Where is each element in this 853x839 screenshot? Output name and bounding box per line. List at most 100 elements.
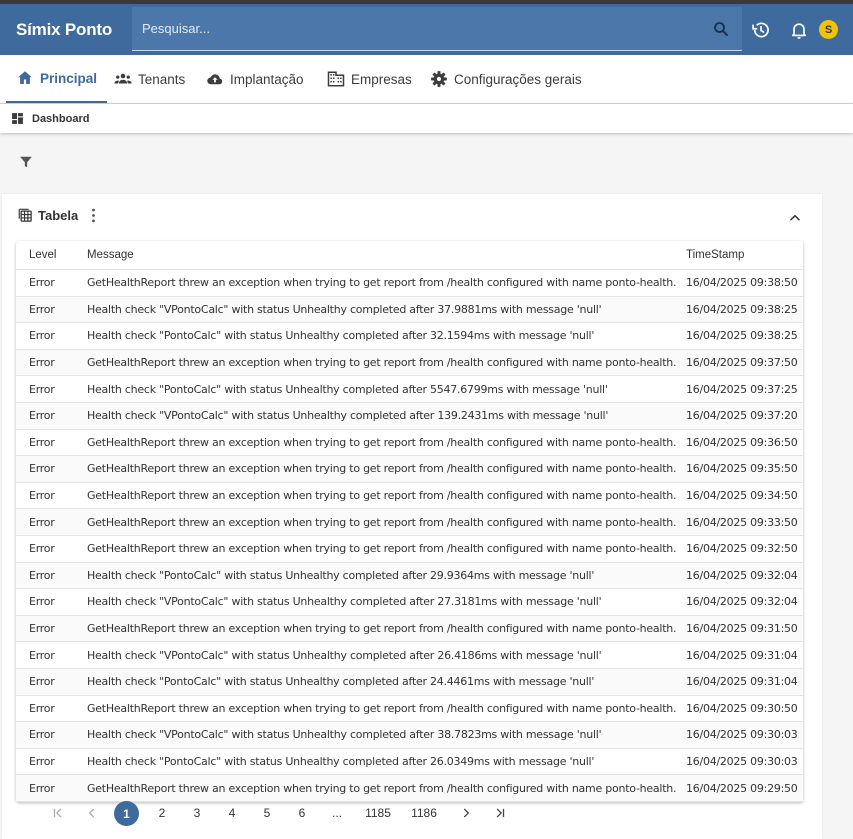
group-icon xyxy=(114,73,132,84)
cell-message: GetHealthReport threw an exception when … xyxy=(87,542,677,556)
cell-level: Error xyxy=(29,409,55,423)
table-row[interactable]: Error Health check "PontoCalc" with statu… xyxy=(16,323,803,350)
cell-timestamp: 16/04/2025 09:35:50 xyxy=(686,462,798,476)
cell-level: Error xyxy=(29,648,55,662)
search-box xyxy=(132,7,742,51)
page-button-1185[interactable]: 1185 xyxy=(360,800,396,826)
page-button-2[interactable]: 2 xyxy=(152,800,172,826)
cell-level: Error xyxy=(29,515,55,529)
cell-level: Error xyxy=(29,382,55,396)
cell-message: GetHealthReport threw an exception when … xyxy=(87,435,677,449)
table-row[interactable]: Error GetHealthReport threw an exception … xyxy=(16,615,803,643)
cell-timestamp: 16/04/2025 09:30:03 xyxy=(686,728,798,742)
last-page-button[interactable] xyxy=(490,800,510,826)
page-ellipsis: ... xyxy=(331,806,342,820)
table-row[interactable]: Error GetHealthReport threw an exception … xyxy=(16,456,803,483)
cell-message: GetHealthReport threw an exception when … xyxy=(87,462,677,476)
page-button-5[interactable]: 5 xyxy=(257,800,277,826)
table-row[interactable]: Error Health check "VPontoCalc" with stat… xyxy=(16,402,803,430)
table-row[interactable]: Error GetHealthReport threw an exception … xyxy=(16,536,803,563)
cell-message: GetHealthReport threw an exception when … xyxy=(87,781,677,795)
tab-configuracoes-gerais[interactable]: Configurações gerais xyxy=(430,55,582,103)
cell-timestamp: 16/04/2025 09:37:50 xyxy=(686,356,798,370)
tab-implantacao[interactable]: Implantação xyxy=(206,55,304,103)
cell-timestamp: 16/04/2025 09:32:04 xyxy=(686,568,798,582)
cell-timestamp: 16/04/2025 09:38:50 xyxy=(686,276,798,290)
table-row[interactable]: Error Health check "VPontoCalc" with stat… xyxy=(16,642,803,669)
cell-message: Health check "VPontoCalc" with status Un… xyxy=(87,409,609,423)
previous-page-button[interactable] xyxy=(82,800,102,826)
table-row[interactable]: Error GetHealthReport threw an exception … xyxy=(16,775,803,802)
cell-level: Error xyxy=(29,568,55,582)
table-row[interactable]: Error GetHealthReport threw an exception … xyxy=(16,509,803,536)
page-button-1[interactable]: 1 xyxy=(114,801,139,826)
column-header-message[interactable]: Message xyxy=(87,249,686,261)
tab-label: Principal xyxy=(40,70,98,86)
column-header-timestamp[interactable]: TimeStamp xyxy=(686,249,803,261)
tab-label: Configurações gerais xyxy=(454,71,582,87)
search-input[interactable] xyxy=(132,21,692,36)
cell-timestamp: 16/04/2025 09:32:50 xyxy=(686,542,798,556)
table-row[interactable]: Error GetHealthReport threw an exception … xyxy=(16,270,803,297)
gear-icon xyxy=(431,71,447,87)
card-header: Tabela xyxy=(18,208,106,223)
table-row[interactable]: Error Health check "PontoCalc" with statu… xyxy=(16,668,803,696)
cell-message: Health check "VPontoCalc" with status Un… xyxy=(87,728,602,742)
cell-message: GetHealthReport threw an exception when … xyxy=(87,622,677,636)
column-header-level[interactable]: Level xyxy=(16,249,87,261)
table-row[interactable]: Error GetHealthReport threw an exception … xyxy=(16,696,803,723)
tab-tenants[interactable]: Tenants xyxy=(114,55,185,103)
page-button-4[interactable]: 4 xyxy=(222,800,242,826)
cell-timestamp: 16/04/2025 09:31:04 xyxy=(686,675,798,689)
app-bar: Símix Ponto S xyxy=(0,4,853,55)
app-title: Símix Ponto xyxy=(16,19,113,39)
user-avatar[interactable]: S xyxy=(819,20,838,39)
pagination: 1 2 3 4 5 6... 1185 1186 xyxy=(2,800,822,828)
search-icon[interactable] xyxy=(712,20,730,38)
filter-icon[interactable] xyxy=(19,155,33,169)
breadcrumb-dashboard[interactable]: Dashboard xyxy=(32,113,89,125)
table-header-row: Level Message TimeStamp xyxy=(16,241,803,270)
chevron-right-icon xyxy=(463,808,470,818)
table-row[interactable]: Error Health check "PontoCalc" with statu… xyxy=(16,562,803,590)
cell-timestamp: 16/04/2025 09:38:25 xyxy=(686,329,798,343)
cell-timestamp: 16/04/2025 09:29:50 xyxy=(686,781,798,795)
history-icon[interactable] xyxy=(751,20,771,40)
main-nav: Principal Tenants Implantação Empresas C… xyxy=(0,55,853,104)
cell-level: Error xyxy=(29,276,55,290)
cell-message: GetHealthReport threw an exception when … xyxy=(87,276,677,290)
cell-message: Health check "PontoCalc" with status Unh… xyxy=(87,675,595,689)
cell-message: Health check "VPontoCalc" with status Un… xyxy=(87,648,602,662)
tab-empresas[interactable]: Empresas xyxy=(327,55,412,103)
breadcrumb: Dashboard xyxy=(0,104,853,133)
cell-timestamp: 16/04/2025 09:32:04 xyxy=(686,595,798,609)
table-row[interactable]: Error GetHealthReport threw an exception … xyxy=(16,349,803,377)
bell-icon[interactable] xyxy=(789,20,809,40)
tab-principal[interactable]: Principal xyxy=(6,55,108,103)
cell-message: GetHealthReport threw an exception when … xyxy=(87,489,677,503)
cell-timestamp: 16/04/2025 09:31:04 xyxy=(686,648,798,662)
table-row[interactable]: Error Health check "VPontoCalc" with stat… xyxy=(16,296,803,324)
table-row[interactable]: Error Health check "VPontoCalc" with stat… xyxy=(16,722,803,749)
cell-level: Error xyxy=(29,329,55,343)
table-row[interactable]: Error Health check "VPontoCalc" with stat… xyxy=(16,589,803,616)
table-row[interactable]: Error Health check "PontoCalc" with statu… xyxy=(16,376,803,403)
cell-level: Error xyxy=(29,701,55,715)
first-page-button[interactable] xyxy=(48,800,68,826)
table-row[interactable]: Error GetHealthReport threw an exception … xyxy=(16,483,803,510)
page-button-1186[interactable]: 1186 xyxy=(406,800,442,826)
cell-message: Health check "VPontoCalc" with status Un… xyxy=(87,302,602,316)
page-button-6[interactable]: 6 xyxy=(292,800,312,826)
table-row[interactable]: Error GetHealthReport threw an exception … xyxy=(16,430,803,457)
cell-timestamp: 16/04/2025 09:38:25 xyxy=(686,302,798,316)
cell-timestamp: 16/04/2025 09:37:20 xyxy=(686,409,798,423)
cell-level: Error xyxy=(29,542,55,556)
page-button-3[interactable]: 3 xyxy=(187,800,207,826)
cell-level: Error xyxy=(29,435,55,449)
table-row[interactable]: Error Health check "PontoCalc" with statu… xyxy=(16,749,803,776)
more-vert-icon[interactable] xyxy=(86,208,101,223)
next-page-button[interactable] xyxy=(456,800,476,826)
cloud-upload-icon xyxy=(207,74,223,85)
chevron-up-icon[interactable] xyxy=(788,211,802,225)
tab-label: Implantação xyxy=(230,71,304,87)
